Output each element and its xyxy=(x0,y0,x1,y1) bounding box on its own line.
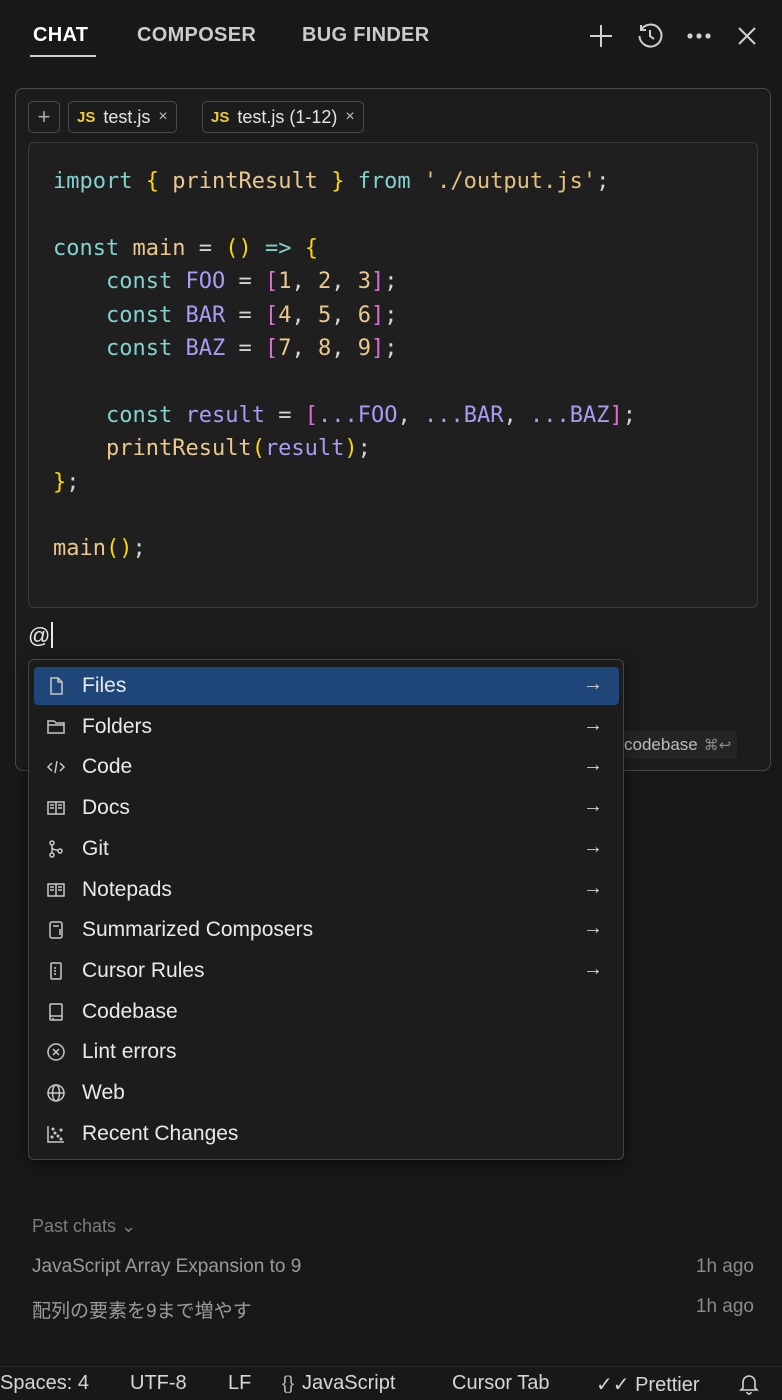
js-file-icon: JS xyxy=(77,108,96,126)
code-line: const BAZ = [7, 8, 9]; xyxy=(105,335,398,361)
mention-item-label: Web xyxy=(82,1081,125,1104)
encoding-status[interactable]: UTF-8 xyxy=(130,1372,187,1395)
panel-header: CHAT COMPOSER BUG FINDER xyxy=(0,0,782,72)
globe-icon xyxy=(45,1083,67,1103)
status-bar: Spaces: 4 UTF-8 LF {} JavaScript Cursor T… xyxy=(0,1366,782,1400)
chat-input[interactable]: @ xyxy=(28,622,54,649)
mention-item-cursor-rules[interactable]: Cursor Rules → xyxy=(34,952,619,990)
mention-item-docs[interactable]: Docs → xyxy=(34,789,619,827)
context-chip-test-js[interactable]: JS test.js × xyxy=(68,101,177,133)
mention-item-label: Docs xyxy=(82,796,130,820)
code-line: main(); xyxy=(53,536,146,562)
context-chip-test-js-range[interactable]: JS test.js (1-12) × xyxy=(202,101,364,133)
remove-chip-icon[interactable]: × xyxy=(345,108,354,126)
mention-item-notepads[interactable]: Notepads → xyxy=(34,871,619,909)
add-context-button[interactable]: + xyxy=(28,101,60,133)
mention-item-label: Summarized Composers xyxy=(82,918,314,942)
arrow-right-icon: → xyxy=(583,673,603,695)
codebase-hint-shortcut: ⌘↩ xyxy=(703,737,732,754)
book-icon xyxy=(45,798,67,818)
mention-item-label: Recent Changes xyxy=(82,1121,239,1145)
mention-item-label: Codebase xyxy=(82,999,178,1023)
arrow-right-icon: → xyxy=(583,917,603,940)
prettier-status[interactable]: ✓✓ Prettier xyxy=(596,1372,700,1397)
active-tab-indicator xyxy=(30,55,96,57)
mention-item-label: Folders xyxy=(82,714,153,738)
eol-status[interactable]: LF xyxy=(228,1372,251,1395)
mention-item-folders[interactable]: Folders → xyxy=(34,708,619,746)
arrow-right-icon: → xyxy=(583,795,603,818)
code-line: printResult(result); xyxy=(105,436,371,462)
mention-item-lint-errors[interactable]: Lint errors xyxy=(34,1033,619,1071)
mention-item-label: Code xyxy=(82,755,133,779)
tab-bug-finder[interactable]: BUG FINDER xyxy=(302,24,429,47)
file-icon xyxy=(45,676,67,696)
git-icon xyxy=(45,839,67,859)
mention-item-label: Git xyxy=(82,836,109,860)
past-chat-item[interactable]: JavaScript Array Expansion to 9 1h ago xyxy=(32,1256,754,1286)
mention-item-label: Files xyxy=(82,674,127,697)
mention-item-files[interactable]: Files → xyxy=(34,667,619,705)
mention-item-git[interactable]: Git → xyxy=(34,830,619,868)
bell-icon[interactable] xyxy=(738,1373,760,1400)
text-caret xyxy=(51,622,54,648)
mention-item-summarized-composers[interactable]: Summarized Composers → xyxy=(34,911,619,949)
mention-item-label: Lint errors xyxy=(82,1040,177,1064)
language-status[interactable]: {} JavaScript xyxy=(282,1372,395,1395)
codebase-icon xyxy=(45,1002,67,1022)
code-line: }; xyxy=(53,469,80,495)
notepad-icon xyxy=(45,880,67,900)
tab-composer[interactable]: COMPOSER xyxy=(137,24,256,47)
js-file-icon: JS xyxy=(211,108,230,126)
history-icon[interactable] xyxy=(633,18,667,54)
rules-icon xyxy=(45,961,67,981)
chat-input-value: @ xyxy=(28,623,51,648)
past-chat-item[interactable]: 配列の要素を9まで増やす 1h ago xyxy=(32,1296,754,1326)
context-chip-label: test.js xyxy=(103,106,151,127)
mention-item-web[interactable]: Web xyxy=(34,1074,619,1112)
past-chats-toggle[interactable]: Past chats ⌄ xyxy=(32,1216,136,1237)
plus-icon[interactable] xyxy=(584,18,618,54)
remove-chip-icon[interactable]: × xyxy=(158,108,167,126)
indentation-status[interactable]: Spaces: 4 xyxy=(0,1372,89,1395)
code-content: import { printResult } from './output.js… xyxy=(53,165,636,566)
codebase-hint-label: codebase xyxy=(624,735,698,754)
lint-error-icon xyxy=(45,1042,67,1062)
past-chat-time: 1h ago xyxy=(695,1256,754,1277)
code-line: const main = () => { xyxy=(53,235,318,261)
mention-item-codebase[interactable]: Codebase xyxy=(34,993,619,1031)
arrow-right-icon: → xyxy=(583,835,603,858)
mention-item-label: Cursor Rules xyxy=(82,958,205,982)
arrow-right-icon: → xyxy=(583,713,603,736)
composer-icon xyxy=(45,920,67,940)
code-line: const FOO = [1, 2, 3]; xyxy=(105,269,398,295)
mention-item-recent-changes[interactable]: Recent Changes xyxy=(34,1115,619,1153)
arrow-right-icon: → xyxy=(583,754,603,777)
codebase-shortcut-hint[interactable]: codebase ⌘↩ xyxy=(618,731,738,759)
arrow-right-icon: → xyxy=(583,957,603,980)
past-chat-title: JavaScript Array Expansion to 9 xyxy=(32,1256,302,1277)
code-line: const BAR = [4, 5, 6]; xyxy=(105,302,398,328)
code-line: import { printResult } from './output.js… xyxy=(53,169,610,194)
code-line: const result = [...FOO, ...BAR, ...BAZ]; xyxy=(105,402,636,428)
mention-item-label: Notepads xyxy=(82,877,172,901)
language-label: JavaScript xyxy=(302,1372,396,1394)
tab-chat[interactable]: CHAT xyxy=(33,24,88,47)
context-chip-label: test.js (1-12) xyxy=(237,106,338,127)
recent-changes-icon xyxy=(45,1124,67,1144)
close-icon[interactable] xyxy=(730,18,764,54)
mention-item-code[interactable]: Code → xyxy=(34,748,619,786)
past-chat-time: 1h ago xyxy=(695,1296,754,1317)
code-icon xyxy=(45,757,67,777)
braces-icon: {} xyxy=(282,1373,295,1393)
folder-icon xyxy=(45,717,67,737)
past-chat-title: 配列の要素を9まで増やす xyxy=(32,1301,252,1322)
cursor-tab-status[interactable]: Cursor Tab xyxy=(452,1372,549,1395)
more-icon[interactable] xyxy=(682,18,716,54)
arrow-right-icon: → xyxy=(583,876,603,899)
